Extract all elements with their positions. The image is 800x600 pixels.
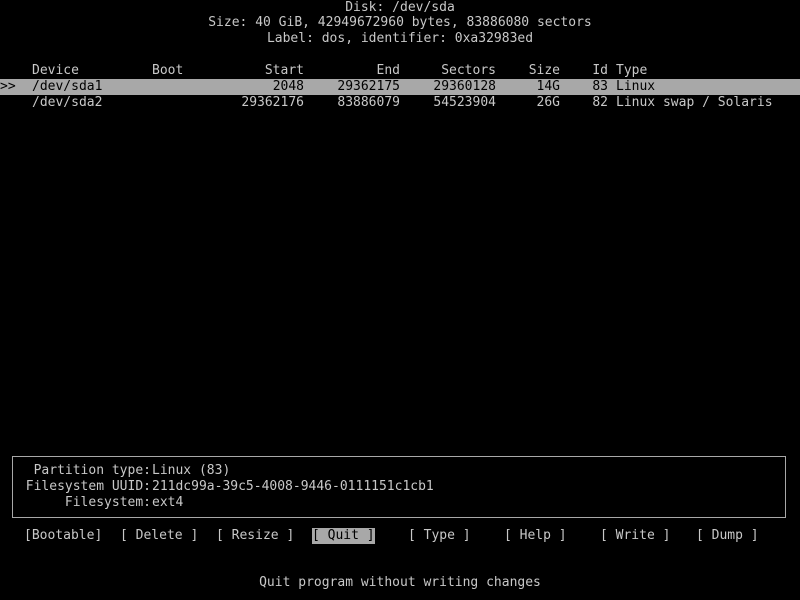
status-message: Quit program without writing changes (259, 575, 541, 590)
column-header-size: Size (528, 63, 560, 78)
selection-marker: >> (0, 79, 16, 94)
filesystem-uuid-value: 211dc99a-39c5-4008-9446-0111151c1cb1 (152, 479, 434, 494)
partition-type-label: Partition type: (33, 463, 151, 478)
filesystem-uuid-label: Filesystem UUID: (25, 479, 151, 494)
partition-type-value: Linux (83) (152, 463, 231, 478)
table-row[interactable]: /dev/sda2 29362176 83886079 54523904 26G… (0, 95, 800, 111)
column-header-boot: Boot (152, 63, 184, 78)
row-type: Linux swap / Solaris (616, 95, 773, 110)
quit-button[interactable]: [ Quit ] (312, 528, 375, 544)
column-header-id: Id (592, 63, 608, 78)
disk-title: Disk: /dev/sda (345, 0, 455, 15)
bootable-button[interactable]: [Bootable] (24, 528, 102, 544)
row-device: /dev/sda2 (32, 95, 103, 110)
row-device: /dev/sda1 (32, 79, 103, 94)
column-header-sectors: Sectors (441, 63, 496, 78)
row-size: 26G (536, 95, 560, 110)
dump-button[interactable]: [ Dump ] (696, 528, 759, 544)
column-header-type: Type (616, 63, 648, 78)
table-row[interactable]: >> /dev/sda1 2048 29362175 29360128 14G … (0, 79, 800, 95)
type-button[interactable]: [ Type ] (408, 528, 471, 544)
row-sectors: 54523904 (433, 95, 496, 110)
column-header-end: End (376, 63, 400, 78)
resize-button[interactable]: [ Resize ] (216, 528, 294, 544)
write-button[interactable]: [ Write ] (600, 528, 670, 544)
disk-label-info: Label: dos, identifier: 0xa32983ed (266, 31, 534, 46)
delete-button[interactable]: [ Delete ] (120, 528, 198, 544)
row-size: 14G (536, 79, 560, 94)
filesystem-value: ext4 (152, 495, 184, 510)
row-id: 82 (592, 95, 608, 110)
column-header-start: Start (264, 63, 304, 78)
row-id: 83 (592, 79, 608, 94)
row-type: Linux (616, 79, 656, 94)
filesystem-label: Filesystem: (64, 495, 151, 510)
column-header-device: Device (32, 63, 79, 78)
table-header: Device Boot Start End Sectors Size Id Ty… (0, 63, 800, 79)
row-sectors: 29360128 (433, 79, 496, 94)
disk-size-info: Size: 40 GiB, 42949672960 bytes, 8388608… (208, 15, 592, 30)
partition-info-box: Partition type: Linux (83) Filesystem UU… (12, 456, 786, 518)
row-start: 2048 (272, 79, 304, 94)
row-end: 29362175 (337, 79, 400, 94)
help-button[interactable]: [ Help ] (504, 528, 567, 544)
row-start: 29362176 (241, 95, 304, 110)
row-end: 83886079 (337, 95, 400, 110)
